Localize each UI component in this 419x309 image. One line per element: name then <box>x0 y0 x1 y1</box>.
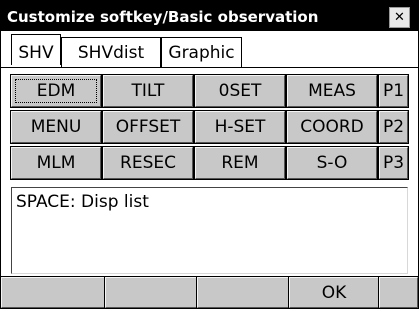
close-button[interactable]: ✕ <box>389 7 410 28</box>
hint-panel: SPACE: Disp list <box>11 187 408 274</box>
tab-shvdist[interactable]: SHVdist <box>61 37 161 67</box>
hint-text: SPACE: Disp list <box>16 192 149 212</box>
key-h-set[interactable]: H-SET <box>194 110 286 144</box>
softkey-2[interactable] <box>104 276 198 308</box>
softkey-3[interactable] <box>196 276 290 308</box>
key-mlm[interactable]: MLM <box>10 146 102 180</box>
softkey-5[interactable] <box>378 276 418 308</box>
dialog-window: Customize softkey/Basic observation ✕ SH… <box>0 0 419 309</box>
key-edm[interactable]: EDM <box>10 74 102 108</box>
key-menu[interactable]: MENU <box>10 110 102 144</box>
key-p3[interactable]: P3 <box>378 146 409 180</box>
tab-strip: SHV SHVdist Graphic <box>1 34 418 68</box>
key-p2[interactable]: P2 <box>378 110 409 144</box>
tab-shv[interactable]: SHV <box>11 34 61 65</box>
key-tilt[interactable]: TILT <box>102 74 194 108</box>
key-resec[interactable]: RESEC <box>102 146 194 180</box>
close-icon: ✕ <box>394 10 405 25</box>
softkey-bar: OK <box>1 276 418 308</box>
softkey-1[interactable] <box>1 276 106 308</box>
key-0set[interactable]: 0SET <box>194 74 286 108</box>
dialog-title: Customize softkey/Basic observation <box>7 8 319 26</box>
focus-rectangle <box>15 79 97 103</box>
key-offset[interactable]: OFFSET <box>102 110 194 144</box>
key-p1[interactable]: P1 <box>378 74 409 108</box>
tab-graphic[interactable]: Graphic <box>161 37 242 67</box>
key-coord[interactable]: COORD <box>286 110 378 144</box>
key-meas[interactable]: MEAS <box>286 74 378 108</box>
key-rem[interactable]: REM <box>194 146 286 180</box>
title-bar: Customize softkey/Basic observation ✕ <box>1 1 418 31</box>
ok-button[interactable]: OK <box>288 276 380 308</box>
key-s-o[interactable]: S-O <box>286 146 378 180</box>
